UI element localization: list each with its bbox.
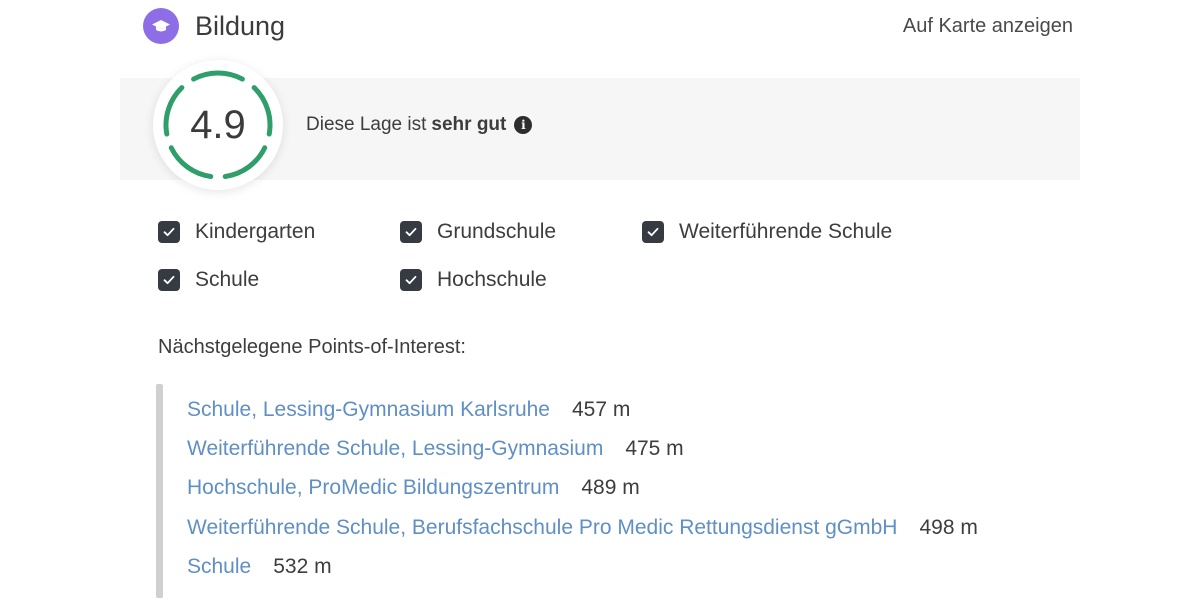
- filter-hochschule[interactable]: Hochschule: [400, 268, 547, 292]
- poi-distance: 475 m: [625, 437, 684, 461]
- graduation-cap-icon: [143, 8, 179, 44]
- poi-list: Schule, Lessing-Gymnasium Karlsruhe 457 …: [187, 398, 978, 594]
- poi-list-item: Weiterführende Schule, Berufsfachschule …: [187, 516, 978, 555]
- checkbox-checked-icon[interactable]: [400, 269, 422, 291]
- poi-list-item: Hochschule, ProMedic Bildungszentrum 489…: [187, 476, 978, 515]
- filter-schule[interactable]: Schule: [158, 268, 259, 292]
- checkbox-checked-icon[interactable]: [158, 221, 180, 243]
- filter-weiterfuehrende-schule[interactable]: Weiterführende Schule: [642, 220, 892, 244]
- poi-link[interactable]: Hochschule, ProMedic Bildungszentrum: [187, 476, 559, 500]
- show-on-map-link[interactable]: Auf Karte anzeigen: [903, 15, 1073, 38]
- section-title: Bildung: [195, 10, 286, 41]
- filter-label: Hochschule: [437, 268, 547, 291]
- filter-label: Schule: [195, 268, 260, 291]
- poi-list-divider: [156, 384, 163, 598]
- info-icon[interactable]: i: [514, 116, 533, 134]
- education-panel: Bildung Auf Karte anzeigen 4.9 Diese Lag…: [0, 0, 1200, 600]
- rating-text-strong: sehr gut: [431, 114, 507, 135]
- score-gauge: 4.9: [153, 60, 283, 190]
- checkbox-checked-icon[interactable]: [642, 221, 664, 243]
- section-header: Bildung Auf Karte anzeigen: [143, 6, 1073, 46]
- rating-text-prefix: Diese Lage ist: [306, 114, 427, 135]
- poi-link[interactable]: Weiterführende Schule, Berufsfachschule …: [187, 516, 897, 540]
- poi-link[interactable]: Weiterführende Schule, Lessing-Gymnasium: [187, 437, 603, 461]
- poi-list-item: Schule, Lessing-Gymnasium Karlsruhe 457 …: [187, 398, 978, 437]
- poi-distance: 498 m: [919, 515, 978, 539]
- filter-label: Kindergarten: [195, 220, 316, 243]
- poi-distance: 457 m: [572, 398, 631, 421]
- checkbox-checked-icon[interactable]: [400, 221, 422, 243]
- filter-kindergarten[interactable]: Kindergarten: [158, 220, 315, 244]
- poi-link[interactable]: Schule: [187, 555, 251, 579]
- filter-label: Grundschule: [437, 220, 557, 243]
- score-value: 4.9: [190, 102, 246, 147]
- poi-link[interactable]: Schule, Lessing-Gymnasium Karlsruhe: [187, 398, 550, 422]
- rating-text: Diese Lage ist sehr gut i: [306, 114, 533, 136]
- header-left: Bildung: [143, 8, 285, 44]
- poi-list-item: Weiterführende Schule, Lessing-Gymnasium…: [187, 437, 978, 476]
- filter-grundschule[interactable]: Grundschule: [400, 220, 556, 244]
- poi-distance: 532 m: [273, 554, 332, 578]
- poi-distance: 489 m: [581, 476, 640, 500]
- poi-list-item: Schule 532 m: [187, 555, 978, 594]
- filter-label: Weiterführende Schule: [679, 220, 893, 243]
- checkbox-checked-icon[interactable]: [158, 269, 180, 291]
- poi-heading: Nächstgelegene Points-of-Interest:: [158, 336, 466, 358]
